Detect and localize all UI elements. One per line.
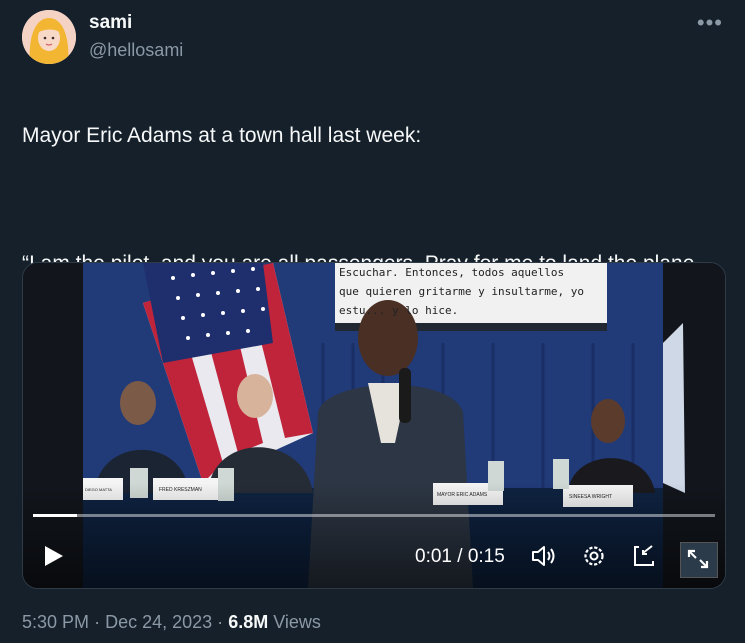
nameplate: DIEGO MATTA [85, 487, 112, 492]
views-count: 6.8M [228, 612, 269, 632]
tweet-text-line1: Mayor Eric Adams at a town hall last wee… [22, 124, 422, 147]
progress-bar[interactable] [33, 514, 715, 517]
time-display: 0:01 / 0:15 [415, 546, 505, 568]
author-handle[interactable]: @hellosami [89, 40, 183, 61]
meta-separator: · [94, 612, 101, 632]
avatar[interactable] [22, 10, 76, 64]
pip-icon[interactable] [630, 542, 658, 570]
nameplate: MAYOR ERIC ADAMS [437, 492, 488, 498]
nameplate: FRED KRESZMAN [159, 487, 202, 493]
screen-caption-line: que quieren gritarme y insultarme, yo [339, 285, 585, 298]
more-icon[interactable]: ••• [697, 10, 723, 36]
tweet-date[interactable]: Dec 24, 2023 [105, 612, 212, 632]
time-total: 0:15 [467, 546, 505, 567]
settings-icon[interactable] [580, 542, 608, 570]
progress-fill [33, 514, 78, 517]
screen-caption-line: estu... y lo hice. [339, 304, 459, 317]
tweet-meta: 5:30 PM · Dec 24, 2023 · 6.8M Views [22, 612, 321, 633]
fullscreen-icon[interactable] [680, 542, 718, 578]
nameplate: SINEESA WRIGHT [569, 494, 613, 500]
screen-caption: Escuchar. Entonces, todos aquellos que q… [339, 263, 605, 320]
author-name[interactable]: sami [89, 12, 132, 34]
play-icon[interactable] [41, 544, 65, 568]
video-player[interactable]: Escuchar. Entonces, todos aquellos que q… [22, 262, 726, 589]
tweet-time[interactable]: 5:30 PM [22, 612, 89, 632]
views-label: Views [273, 612, 321, 632]
screen-caption-line: Escuchar. Entonces, todos aquellos [339, 266, 565, 279]
time-current: 0:01 [415, 546, 452, 567]
volume-icon[interactable] [529, 542, 557, 570]
meta-separator: · [217, 612, 224, 632]
time-separator: / [457, 546, 463, 567]
